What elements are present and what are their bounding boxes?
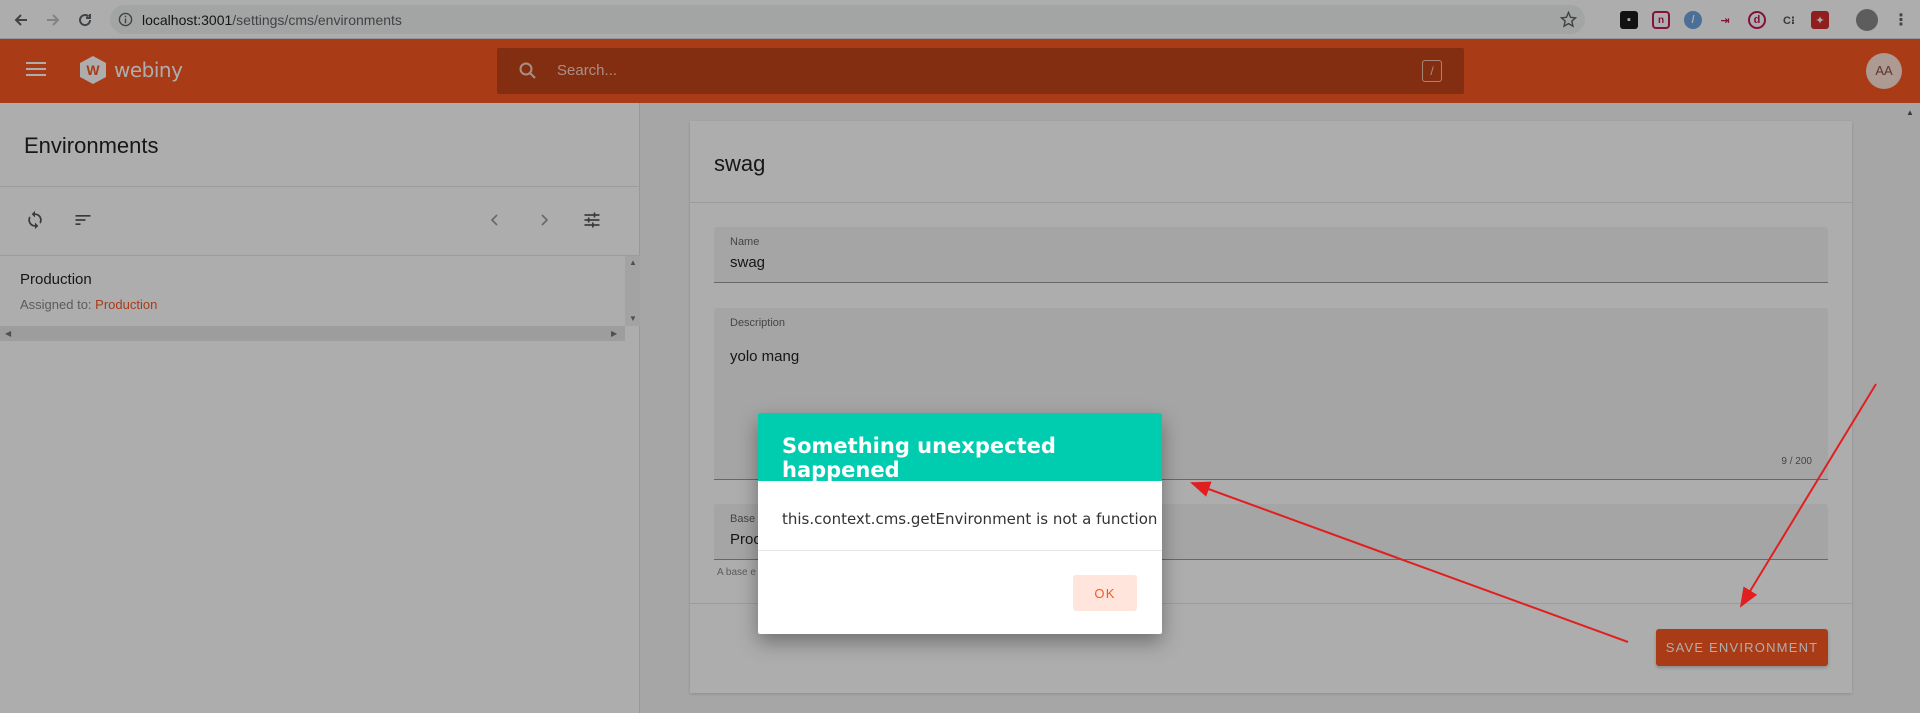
dialog-title: Something unexpected happened [782, 434, 1056, 482]
error-dialog: Something unexpected happened this.conte… [758, 413, 1162, 634]
dialog-message: this.context.cms.getEnvironment is not a… [782, 510, 1158, 528]
divider [758, 550, 1162, 551]
ok-button[interactable]: OK [1073, 575, 1137, 611]
dialog-header: Something unexpected happened [758, 413, 1162, 482]
